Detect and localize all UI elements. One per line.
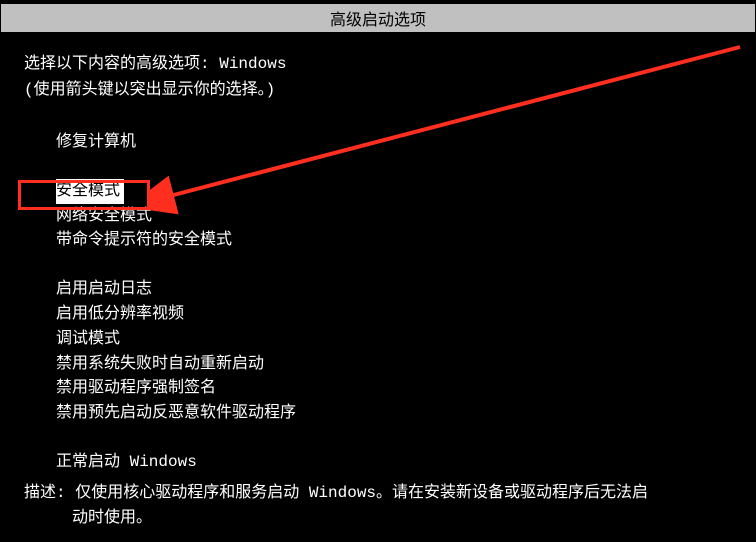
options-list: 修复计算机 安全模式 网络安全模式 带命令提示符的安全模式 启用启动日志 启用低…	[24, 130, 732, 475]
option-safe-mode-cmd[interactable]: 带命令提示符的安全模式	[56, 228, 732, 253]
option-safe-mode-label: 安全模式	[56, 179, 124, 204]
description-line2: 动时使用。	[24, 506, 732, 532]
option-boot-log[interactable]: 启用启动日志	[56, 277, 732, 302]
option-debug-mode[interactable]: 调试模式	[56, 327, 732, 352]
option-disable-elam[interactable]: 禁用预先启动反恶意软件驱动程序	[56, 401, 732, 426]
description-line1: 描述: 仅使用核心驱动程序和服务启动 Windows。请在安装新设备或驱动程序后…	[24, 481, 732, 507]
option-disable-driver-sig[interactable]: 禁用驱动程序强制签名	[56, 376, 732, 401]
option-repair-computer[interactable]: 修复计算机	[56, 130, 732, 155]
content-area: 选择以下内容的高级选项: Windows (使用箭头键以突出显示你的选择。) 修…	[0, 32, 756, 475]
instruction-line: 选择以下内容的高级选项: Windows	[24, 52, 732, 76]
instruction-target: Windows	[219, 55, 286, 73]
option-low-res-video[interactable]: 启用低分辨率视频	[56, 302, 732, 327]
description-label: 描述:	[24, 484, 66, 502]
option-normal-start[interactable]: 正常启动 Windows	[56, 450, 732, 475]
title-text: 高级启动选项	[330, 12, 426, 30]
hint-line: (使用箭头键以突出显示你的选择。)	[24, 78, 732, 102]
instruction-prefix: 选择以下内容的高级选项:	[24, 55, 219, 73]
description-text1: 仅使用核心驱动程序和服务启动 Windows。请在安装新设备或驱动程序后无法启	[75, 484, 648, 502]
option-disable-auto-restart[interactable]: 禁用系统失败时自动重新启动	[56, 352, 732, 377]
option-safe-mode-network[interactable]: 网络安全模式	[56, 204, 732, 229]
option-safe-mode[interactable]: 安全模式	[56, 179, 732, 204]
title-bar: 高级启动选项	[1, 4, 755, 32]
description-block: 描述: 仅使用核心驱动程序和服务启动 Windows。请在安装新设备或驱动程序后…	[24, 481, 732, 532]
